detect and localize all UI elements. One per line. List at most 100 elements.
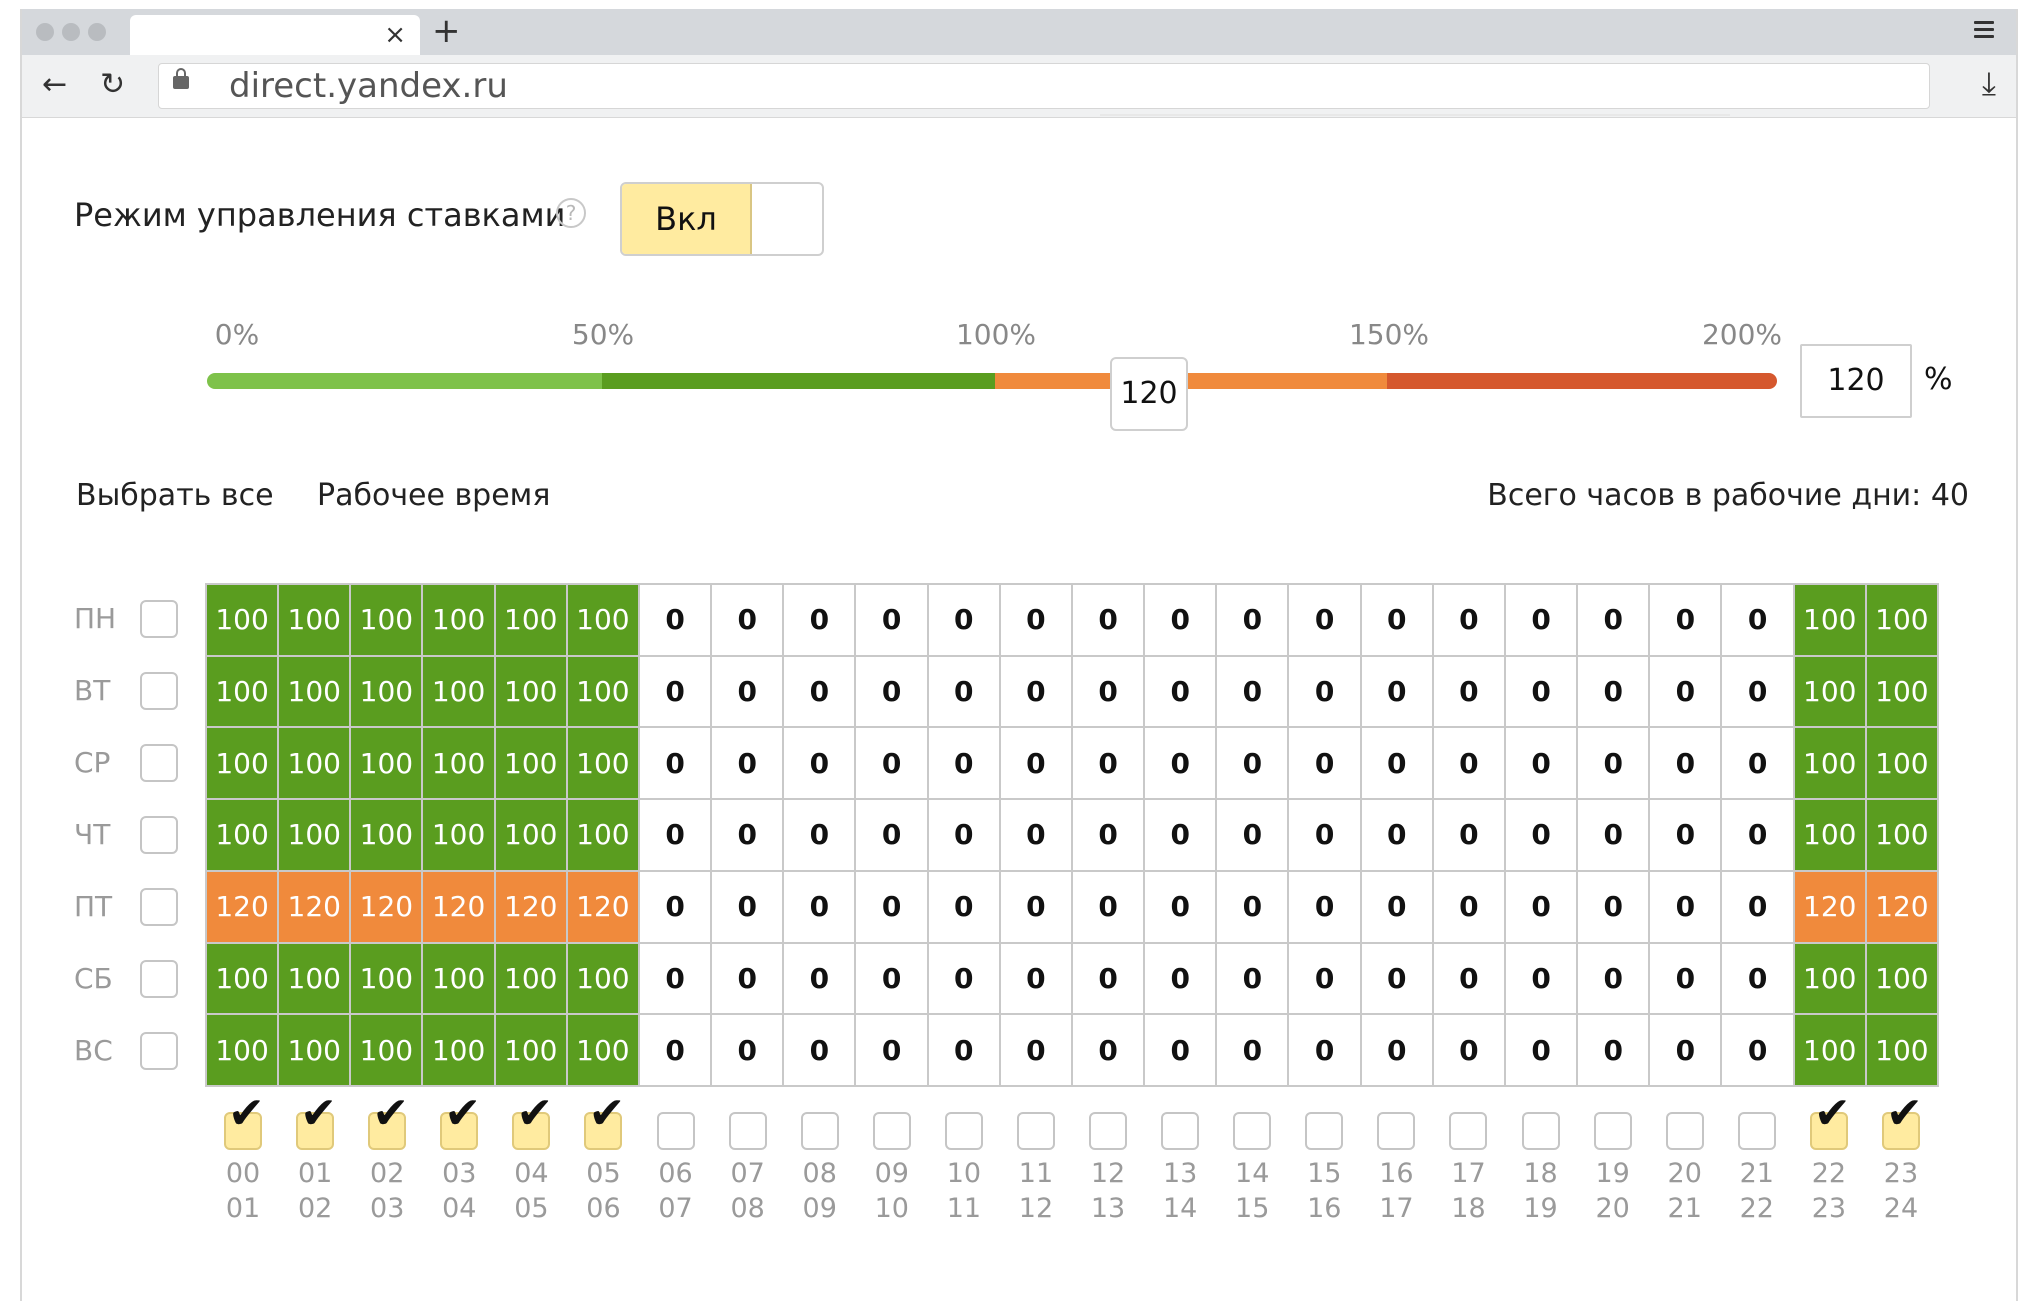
schedule-cell[interactable]: 0 [1217,1015,1288,1085]
slider-track-segment[interactable] [602,373,995,389]
schedule-cell[interactable]: 0 [1505,1015,1577,1085]
schedule-cell[interactable]: 100 [279,943,350,1014]
hour-checkbox[interactable] [872,1112,911,1150]
schedule-cell[interactable]: 100 [1866,656,1937,727]
schedule-cell[interactable]: 0 [1650,871,1721,942]
schedule-cell[interactable]: 0 [1433,585,1504,655]
day-checkbox[interactable] [140,672,178,710]
schedule-cell[interactable]: 100 [495,943,566,1014]
day-checkbox[interactable] [140,744,178,782]
schedule-cell[interactable]: 0 [1433,656,1504,727]
schedule-cell[interactable]: 100 [1866,728,1937,799]
schedule-cell[interactable]: 0 [1289,1015,1360,1085]
schedule-cell[interactable]: 0 [928,1015,999,1085]
schedule-cell[interactable]: 100 [207,585,278,655]
schedule-cell[interactable]: 0 [1217,585,1288,655]
schedule-cell[interactable]: 0 [1505,656,1577,727]
schedule-cell[interactable]: 0 [856,943,927,1014]
schedule-cell[interactable]: 100 [279,728,350,799]
schedule-cell[interactable]: 100 [423,800,494,870]
schedule-cell[interactable]: 0 [1578,871,1649,942]
hour-checkbox[interactable]: ✔ [368,1092,409,1150]
schedule-cell[interactable]: 0 [1217,656,1288,727]
schedule-cell[interactable]: 0 [784,728,855,799]
schedule-cell[interactable]: 0 [1145,656,1216,727]
schedule-cell[interactable]: 100 [207,656,278,727]
schedule-cell[interactable]: 0 [639,728,711,799]
schedule-cell[interactable]: 0 [1505,871,1577,942]
schedule-cell[interactable]: 0 [1433,800,1504,870]
schedule-cell[interactable]: 100 [207,728,278,799]
slider-thumb[interactable]: 120 [1110,357,1188,431]
schedule-cell[interactable]: 100 [1794,1015,1865,1085]
hour-checkbox[interactable]: ✔ [1881,1092,1923,1150]
schedule-cell[interactable]: 0 [1145,728,1216,799]
schedule-cell[interactable]: 0 [712,585,783,655]
select-all-link[interactable]: Выбрать все [76,478,274,513]
hour-checkbox[interactable] [656,1112,695,1150]
hour-checkbox[interactable] [1665,1112,1704,1150]
schedule-cell[interactable]: 0 [856,656,927,727]
schedule-cell[interactable]: 0 [1578,585,1649,655]
hour-checkbox[interactable] [1016,1112,1055,1150]
schedule-cell[interactable]: 0 [1072,728,1144,799]
bid-mode-toggle[interactable]: Вкл [620,182,824,256]
schedule-cell[interactable]: 0 [1433,943,1504,1014]
schedule-cell[interactable]: 100 [567,943,638,1014]
schedule-cell[interactable]: 0 [1722,800,1793,870]
back-icon[interactable]: ← [42,67,67,103]
hour-checkbox[interactable] [728,1112,767,1150]
schedule-cell[interactable]: 0 [928,943,999,1014]
schedule-cell[interactable]: 0 [1722,585,1793,655]
toggle-off-option[interactable] [752,184,822,254]
schedule-cell[interactable]: 100 [495,656,566,727]
schedule-cell[interactable]: 0 [1505,800,1577,870]
schedule-cell[interactable]: 0 [1650,656,1721,727]
schedule-cell[interactable]: 120 [567,871,638,942]
schedule-cell[interactable]: 100 [351,943,422,1014]
hour-checkbox[interactable] [1305,1112,1344,1150]
schedule-cell[interactable]: 120 [1794,871,1865,942]
schedule-cell[interactable]: 0 [856,871,927,942]
schedule-cell[interactable]: 0 [712,1015,783,1085]
hour-checkbox[interactable] [1377,1112,1416,1150]
schedule-cell[interactable]: 0 [1217,728,1288,799]
schedule-cell[interactable]: 0 [712,871,783,942]
hour-checkbox[interactable]: ✔ [584,1092,625,1150]
schedule-cell[interactable]: 0 [712,728,783,799]
schedule-cell[interactable]: 120 [351,871,422,942]
hour-checkbox[interactable]: ✔ [1809,1092,1851,1150]
schedule-cell[interactable]: 0 [1361,1015,1432,1085]
schedule-cell[interactable]: 100 [423,728,494,799]
schedule-cell[interactable]: 120 [279,871,350,942]
download-icon[interactable]: ⤓ [1982,65,1996,101]
schedule-cell[interactable]: 100 [567,585,638,655]
schedule-cell[interactable]: 0 [1217,943,1288,1014]
schedule-cell[interactable]: 100 [1794,943,1865,1014]
hour-checkbox[interactable] [1521,1112,1560,1150]
schedule-cell[interactable]: 0 [784,800,855,870]
schedule-cell[interactable]: 0 [1722,871,1793,942]
schedule-cell[interactable]: 100 [567,656,638,727]
schedule-cell[interactable]: 0 [1000,656,1071,727]
schedule-cell[interactable]: 120 [423,871,494,942]
schedule-cell[interactable]: 100 [279,656,350,727]
schedule-cell[interactable]: 0 [639,943,711,1014]
new-tab-icon[interactable]: + [432,11,461,51]
schedule-cell[interactable]: 0 [784,943,855,1014]
schedule-cell[interactable]: 0 [1578,1015,1649,1085]
schedule-cell[interactable]: 0 [784,1015,855,1085]
schedule-cell[interactable]: 120 [495,871,566,942]
schedule-cell[interactable]: 0 [1000,585,1071,655]
hour-checkbox[interactable]: ✔ [296,1092,337,1150]
schedule-cell[interactable]: 0 [928,656,999,727]
schedule-cell[interactable]: 100 [1866,1015,1937,1085]
schedule-cell[interactable]: 100 [567,800,638,870]
schedule-cell[interactable]: 0 [1289,585,1360,655]
schedule-cell[interactable]: 0 [1650,585,1721,655]
schedule-cell[interactable]: 0 [1289,943,1360,1014]
schedule-cell[interactable]: 100 [495,1015,566,1085]
schedule-cell[interactable]: 0 [928,585,999,655]
schedule-cell[interactable]: 100 [207,1015,278,1085]
schedule-cell[interactable]: 0 [1722,728,1793,799]
